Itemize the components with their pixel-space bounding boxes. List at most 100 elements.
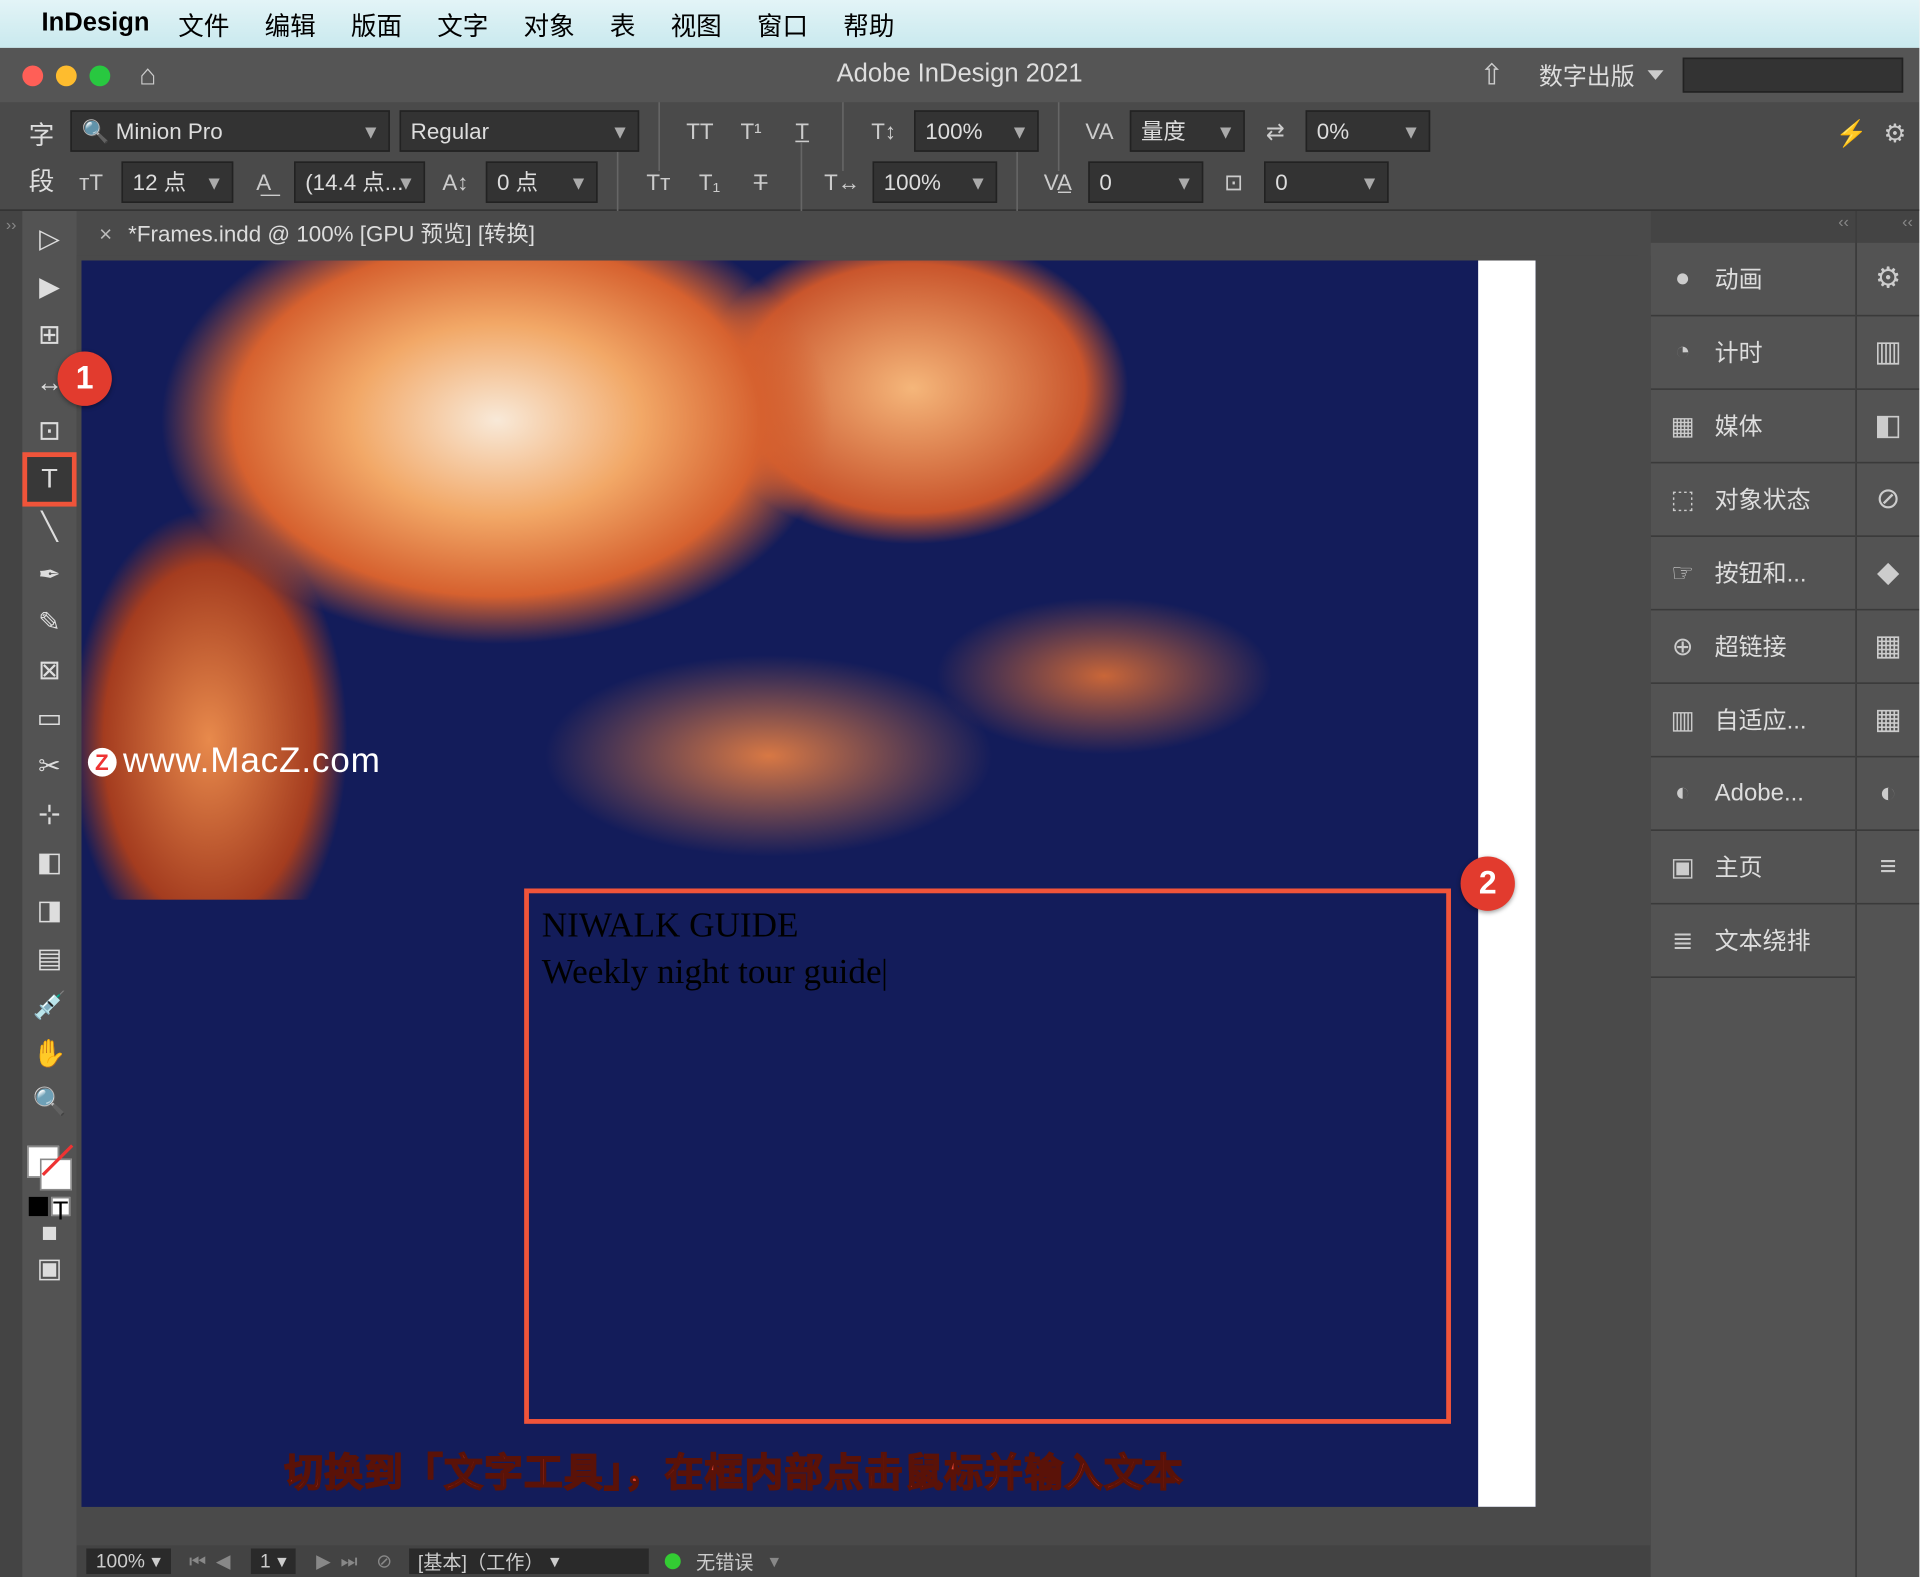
menu-type[interactable]: 文字 xyxy=(437,5,488,43)
hand-tool[interactable]: ✋ xyxy=(26,1031,74,1079)
menu-window[interactable]: 窗口 xyxy=(757,5,808,43)
screen-mode[interactable]: ▣ xyxy=(26,1251,74,1286)
status-bar: 100% ▾ ⏮◀ 1 ▾ ▶⏭ ⊘ [基本]（工作） ▾ 无错误 ▾ xyxy=(77,1545,1651,1577)
quick-apply-icon[interactable]: ⚡ xyxy=(1836,118,1868,150)
para-mode-button[interactable]: 段 xyxy=(13,160,71,198)
shift-field[interactable]: 0 点▾ xyxy=(486,161,598,203)
eyedropper-tool[interactable]: 💉 xyxy=(26,983,74,1031)
pencil-tool[interactable]: ✎ xyxy=(26,599,74,647)
menu-view[interactable]: 视图 xyxy=(671,5,722,43)
left-dock-toggle[interactable]: ›› xyxy=(0,211,22,1577)
right-dock: ‹‹ ●动画 ◔计时 ▦媒体 ⬚对象状态 ☞按钮和... ⊕超链接 ▥自适应..… xyxy=(1651,211,1919,1577)
tracking-field[interactable]: 0▾ xyxy=(1088,161,1203,203)
rectangle-frame-tool[interactable]: ⊠ xyxy=(26,647,74,695)
mini-panel-6[interactable]: ▦ xyxy=(1857,684,1919,758)
mini-panel-0[interactable]: ⚙ xyxy=(1857,243,1919,317)
window-titlebar: ⌂ Adobe InDesign 2021 ⇧ 数字出版 xyxy=(0,48,1919,102)
mini-panel-3[interactable]: ⊘ xyxy=(1857,463,1919,537)
kerning-icon: VA xyxy=(1079,110,1121,152)
font-family-combo[interactable]: 🔍 Minion Pro▾ xyxy=(70,110,390,152)
note-tool[interactable]: ▤ xyxy=(26,935,74,983)
panel-adobe[interactable]: ◐Adobe... xyxy=(1651,757,1856,831)
share-icon[interactable]: ⇧ xyxy=(1480,58,1504,92)
color-mode-toggle[interactable]: T xyxy=(29,1197,71,1216)
superscript-icon[interactable]: T¹ xyxy=(730,110,772,152)
dock2-collapse-icon[interactable]: ‹‹ xyxy=(1857,211,1919,243)
font-style-combo[interactable]: Regular▾ xyxy=(400,110,640,152)
page-tool[interactable]: ⊞ xyxy=(26,312,74,360)
strike-icon[interactable]: T xyxy=(740,161,782,203)
leading-field[interactable]: (14.4 点...▾ xyxy=(294,161,425,203)
traffic-lights[interactable] xyxy=(22,65,110,86)
panel-menu-icon[interactable]: ⚙ xyxy=(1883,118,1906,150)
panel-timing[interactable]: ◔计时 xyxy=(1651,316,1856,390)
selection-tool[interactable]: ▷ xyxy=(26,216,74,264)
menu-table[interactable]: 表 xyxy=(610,5,636,43)
apply-color[interactable]: ■ xyxy=(26,1216,74,1251)
panel-animation[interactable]: ●动画 xyxy=(1651,243,1856,317)
gradient-swatch-tool[interactable]: ◧ xyxy=(26,839,74,887)
style-indicator[interactable]: [基本]（工作） ▾ xyxy=(408,1548,648,1574)
mini-panel-4[interactable]: ◆ xyxy=(1857,537,1919,611)
baseline-field[interactable]: 0%▾ xyxy=(1306,110,1431,152)
preflight-label[interactable]: 无错误 xyxy=(696,1548,754,1575)
page-nav-fwd[interactable]: ▶⏭ xyxy=(312,1549,360,1573)
hscale-field[interactable]: 100%▾ xyxy=(873,161,998,203)
panel-pages[interactable]: ▣主页 xyxy=(1651,831,1856,905)
font-size-field[interactable]: 12 点▾ xyxy=(121,161,233,203)
content-collector-tool[interactable]: ⊡ xyxy=(26,407,74,455)
mini-panel-2[interactable]: ◧ xyxy=(1857,390,1919,464)
panel-text-wrap[interactable]: ≣文本绕排 xyxy=(1651,904,1856,978)
direct-selection-tool[interactable]: ▶ xyxy=(26,264,74,312)
vscale-field[interactable]: 100%▾ xyxy=(914,110,1039,152)
home-icon[interactable]: ⌂ xyxy=(139,58,156,92)
search-input[interactable] xyxy=(1683,58,1904,93)
type-tool[interactable]: T xyxy=(26,455,74,503)
zoom-level[interactable]: 100% ▾ xyxy=(86,1548,170,1574)
mini-panel-1[interactable]: ▥ xyxy=(1857,316,1919,390)
app-name[interactable]: InDesign xyxy=(42,10,150,39)
document-tab[interactable]: × *Frames.indd @ 100% [GPU 预览] [转换] xyxy=(77,211,1651,256)
menu-layout[interactable]: 版面 xyxy=(351,5,402,43)
panel-buttons[interactable]: ☞按钮和... xyxy=(1651,537,1856,611)
minimize-icon[interactable] xyxy=(56,65,77,86)
canvas[interactable]: Zwww.MacZ.com NIWALK GUIDE Weekly night … xyxy=(77,256,1638,1533)
free-transform-tool[interactable]: ⊹ xyxy=(26,791,74,839)
scissors-tool[interactable]: ✂ xyxy=(26,743,74,791)
zoom-tool[interactable]: 🔍 xyxy=(26,1079,74,1127)
gradient-feather-tool[interactable]: ◨ xyxy=(26,887,74,935)
page-nav[interactable]: ⏮◀ xyxy=(187,1549,235,1573)
kerning-combo[interactable]: 量度▾ xyxy=(1130,110,1245,152)
text-frame[interactable]: NIWALK GUIDE Weekly night tour guide xyxy=(524,888,1451,1423)
fill-stroke-swatch[interactable] xyxy=(27,1146,72,1191)
rectangle-tool[interactable]: ▭ xyxy=(26,695,74,743)
mini-panel-8[interactable]: ≡ xyxy=(1857,831,1919,905)
panel-media[interactable]: ▦媒体 xyxy=(1651,390,1856,464)
mini-panel-5[interactable]: ▦ xyxy=(1857,610,1919,684)
menu-edit[interactable]: 编辑 xyxy=(265,5,316,43)
smallcaps-icon[interactable]: Tт xyxy=(638,161,680,203)
allcaps-icon[interactable]: TT xyxy=(679,110,721,152)
mini-panel-7[interactable]: ◐ xyxy=(1857,757,1919,831)
page[interactable]: Zwww.MacZ.com NIWALK GUIDE Weekly night … xyxy=(81,260,1535,1506)
subscript-icon[interactable]: T₁ xyxy=(689,161,731,203)
page-number[interactable]: 1 ▾ xyxy=(250,1548,296,1574)
zoom-icon[interactable] xyxy=(89,65,110,86)
animation-icon: ● xyxy=(1667,264,1699,293)
char-mode-button[interactable]: 字 xyxy=(13,113,71,151)
line-tool[interactable]: ╲ xyxy=(26,503,74,551)
liquid-icon: ▥ xyxy=(1667,704,1699,736)
close-tab-icon[interactable]: × xyxy=(99,221,112,247)
skew-field[interactable]: 0▾ xyxy=(1264,161,1389,203)
close-icon[interactable] xyxy=(22,65,43,86)
menu-help[interactable]: 帮助 xyxy=(843,5,894,43)
pen-tool[interactable]: ✒ xyxy=(26,551,74,599)
menu-object[interactable]: 对象 xyxy=(524,5,575,43)
panel-hyperlinks[interactable]: ⊕超链接 xyxy=(1651,610,1856,684)
panel-object-states[interactable]: ⬚对象状态 xyxy=(1651,463,1856,537)
panel-liquid-layout[interactable]: ▥自适应... xyxy=(1651,684,1856,758)
menu-file[interactable]: 文件 xyxy=(178,5,229,43)
size-icon: тT xyxy=(70,161,112,203)
workspace-switcher[interactable]: 数字出版 xyxy=(1539,58,1664,92)
dock-collapse-icon[interactable]: ‹‹ xyxy=(1651,211,1856,243)
